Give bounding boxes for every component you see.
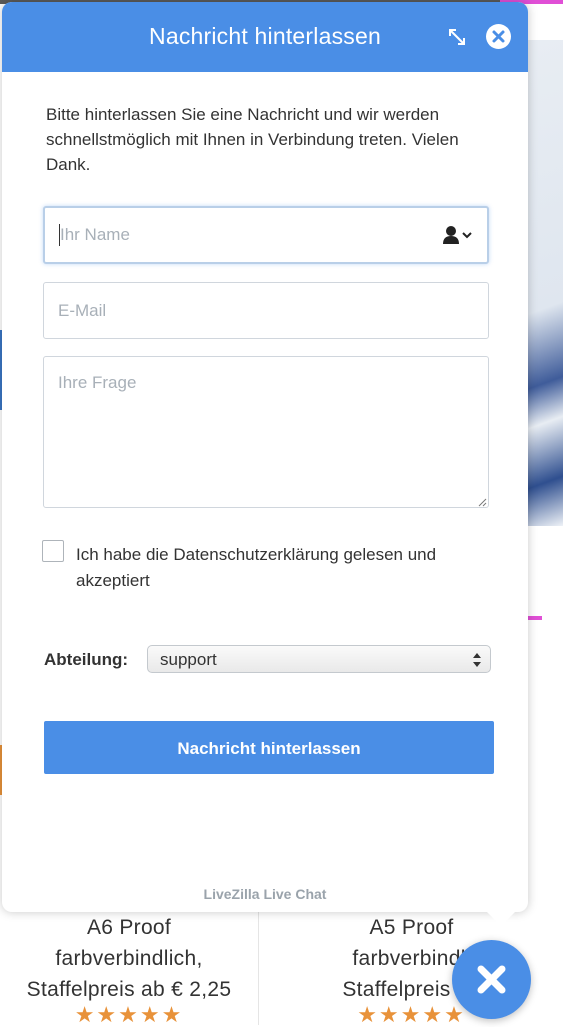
product-card[interactable]: A6 Proof farbverbindlich, Staffelpreis a… [0,912,258,1027]
consent-checkbox[interactable] [42,540,64,562]
product-rating: ★★★★★ [74,1002,184,1027]
page-hero-image [528,40,563,526]
intro-text: Bitte hinterlassen Sie eine Nachricht un… [46,105,459,174]
submit-button[interactable]: Nachricht hinterlassen [44,721,494,774]
department-value: support [160,650,217,669]
product-subtitle: farbverbindlich, [55,947,203,970]
department-label: Abteilung: [44,650,129,669]
close-icon [477,965,506,994]
select-arrows-icon [473,653,481,667]
widget-pointer [485,910,517,926]
user-dropdown-icon[interactable] [442,224,474,246]
question-textarea[interactable] [43,356,489,508]
chat-header: Nachricht hinterlassen [2,2,528,72]
chat-widget: Nachricht hinterlassen Bitte hinterlasse… [2,2,528,926]
name-input[interactable] [43,206,489,264]
chat-toggle-button[interactable] [452,940,531,1019]
close-icon[interactable] [486,24,511,49]
consent-label: Ich habe die Datenschutzerklärung gelese… [76,545,437,590]
resize-handle-icon[interactable] [477,494,487,507]
product-title: A6 Proof [86,916,172,939]
text-caret [59,224,60,246]
expand-icon[interactable] [446,26,468,48]
department-select[interactable]: support [147,645,491,673]
chat-footer: LiveZilla Live Chat [203,886,327,902]
product-price: Staffelpreis ab € 2,25 [26,978,232,1001]
email-field[interactable] [43,282,489,339]
product-title: A5 Proof [369,916,454,939]
page-accent-line-mid [528,616,542,620]
